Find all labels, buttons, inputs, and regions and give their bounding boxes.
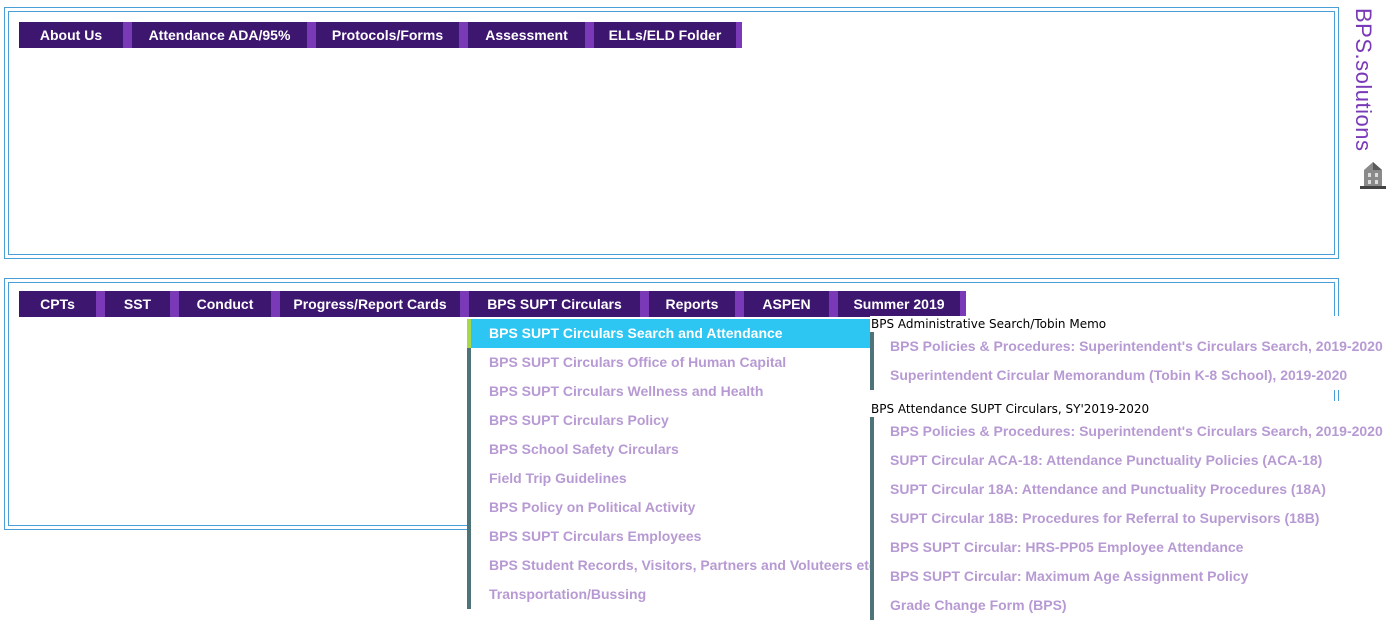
nav-about-us[interactable]: About Us bbox=[19, 22, 132, 48]
dropdown-item-search-attendance[interactable]: BPS SUPT Circulars Search and Attendance bbox=[467, 319, 870, 348]
submenu-item-tobin-memo[interactable]: Superintendent Circular Memorandum (Tobi… bbox=[870, 361, 1370, 390]
submenu-group-admin: BPS Administrative Search/Tobin Memo BPS… bbox=[870, 316, 1383, 390]
dropdown-item-student-records[interactable]: BPS Student Records, Visitors, Partners … bbox=[467, 551, 877, 580]
nav-aspen[interactable]: ASPEN bbox=[744, 291, 838, 317]
dropdown-item-policy[interactable]: BPS SUPT Circulars Policy bbox=[467, 406, 870, 435]
dropdown-item-political-activity[interactable]: BPS Policy on Political Activity bbox=[467, 493, 870, 522]
dropdown-item-field-trip[interactable]: Field Trip Guidelines bbox=[467, 464, 870, 493]
nav-ells-eld-folder[interactable]: ELLs/ELD Folder bbox=[594, 22, 742, 48]
dropdown-item-human-capital[interactable]: BPS SUPT Circulars Office of Human Capit… bbox=[467, 348, 870, 377]
bottom-nav: CPTs SST Conduct Progress/Report Cards B… bbox=[19, 291, 966, 317]
dropdown-item-transportation[interactable]: Transportation/Bussing bbox=[467, 580, 870, 609]
nav-summer-2019[interactable]: Summer 2019 bbox=[838, 291, 966, 317]
submenu-item-max-age[interactable]: BPS SUPT Circular: Maximum Age Assignmen… bbox=[870, 562, 1370, 591]
submenu-item-circulars-search-2[interactable]: BPS Policies & Procedures: Superintenden… bbox=[870, 417, 1383, 446]
top-nav: About Us Attendance ADA/95% Protocols/Fo… bbox=[19, 22, 742, 48]
submenu-item-circulars-search[interactable]: BPS Policies & Procedures: Superintenden… bbox=[870, 332, 1383, 361]
brand-title: BPS.solutions bbox=[1351, 8, 1376, 152]
submenu-heading-admin: BPS Administrative Search/Tobin Memo bbox=[871, 317, 1107, 331]
submenu-item-aca-18[interactable]: SUPT Circular ACA-18: Attendance Punctua… bbox=[870, 446, 1370, 475]
brand[interactable]: BPS.solutions bbox=[1350, 8, 1390, 198]
dropdown-item-wellness-health[interactable]: BPS SUPT Circulars Wellness and Health bbox=[467, 377, 870, 406]
nav-progress-report-cards[interactable]: Progress/Report Cards bbox=[280, 291, 469, 317]
submenu-item-18a[interactable]: SUPT Circular 18A: Attendance and Punctu… bbox=[870, 475, 1370, 504]
nav-conduct[interactable]: Conduct bbox=[179, 291, 280, 317]
dropdown-item-employees[interactable]: BPS SUPT Circulars Employees bbox=[467, 522, 870, 551]
nav-cpts[interactable]: CPTs bbox=[19, 291, 105, 317]
submenu-item-grade-change[interactable]: Grade Change Form (BPS) bbox=[870, 591, 1370, 620]
nav-assessment[interactable]: Assessment bbox=[468, 22, 594, 48]
submenu-item-hrs-pp05[interactable]: BPS SUPT Circular: HRS-PP05 Employee Att… bbox=[870, 533, 1370, 562]
dropdown-item-school-safety[interactable]: BPS School Safety Circulars bbox=[467, 435, 870, 464]
circulars-dropdown: BPS SUPT Circulars Search and Attendance… bbox=[467, 319, 877, 609]
submenu-item-18b[interactable]: SUPT Circular 18B: Procedures for Referr… bbox=[870, 504, 1370, 533]
nav-reports[interactable]: Reports bbox=[649, 291, 744, 317]
submenu-group-attendance: BPS Attendance SUPT Circulars, SY'2019-2… bbox=[870, 401, 1383, 620]
nav-bps-supt-circulars[interactable]: BPS SUPT Circulars bbox=[469, 291, 649, 317]
tobin-building-logo-icon bbox=[1360, 162, 1386, 189]
nav-protocols-forms[interactable]: Protocols/Forms bbox=[316, 22, 468, 48]
nav-sst[interactable]: SST bbox=[105, 291, 179, 317]
nav-attendance-ada[interactable]: Attendance ADA/95% bbox=[132, 22, 316, 48]
submenu-heading-attendance: BPS Attendance SUPT Circulars, SY'2019-2… bbox=[871, 402, 1150, 416]
